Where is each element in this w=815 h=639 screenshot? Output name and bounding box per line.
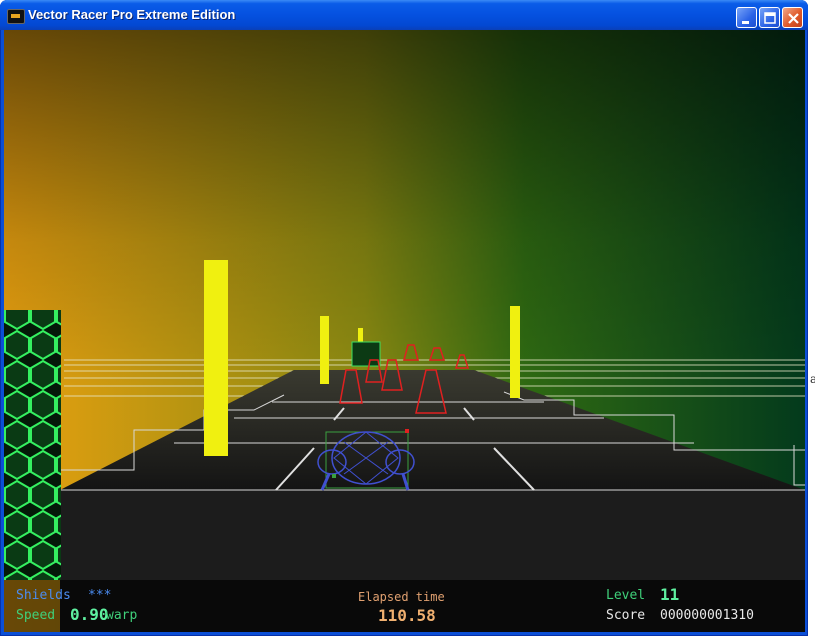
pillar [204, 260, 228, 456]
minimize-button[interactable] [736, 7, 757, 28]
hex-wall [4, 310, 61, 580]
shields-value: *** [88, 588, 112, 603]
app-icon[interactable] [7, 9, 25, 24]
score-label: Score [606, 608, 646, 623]
hud-panel: Shields *** Speed 0.90 warp Elapsed time… [4, 580, 805, 632]
elapsed-time-label: Elapsed time [358, 590, 445, 604]
speed-value: 0.90 [70, 605, 109, 624]
game-window: Vector Racer Pro Extreme Edition Shields… [0, 0, 808, 636]
minimize-icon [742, 21, 749, 24]
speed-label: Speed [16, 608, 56, 623]
game-viewport[interactable]: Shields *** Speed 0.90 warp Elapsed time… [4, 30, 805, 632]
score-value: 000000001310 [660, 608, 754, 623]
level-label: Level [606, 588, 646, 603]
maximize-button[interactable] [759, 7, 780, 28]
pillar [510, 306, 520, 398]
pillar [320, 316, 329, 384]
race-scene [4, 30, 805, 632]
speed-unit: warp [106, 608, 138, 623]
shields-label: Shields [16, 588, 71, 603]
level-value: 11 [660, 585, 680, 604]
maximize-icon [764, 12, 776, 24]
elapsed-time-value: 110.58 [378, 606, 436, 625]
window-title: Vector Racer Pro Extreme Edition [28, 7, 236, 22]
green-block [351, 341, 381, 367]
close-button[interactable] [782, 7, 803, 28]
title-bar[interactable]: Vector Racer Pro Extreme Edition [0, 0, 808, 30]
close-icon [788, 13, 799, 24]
